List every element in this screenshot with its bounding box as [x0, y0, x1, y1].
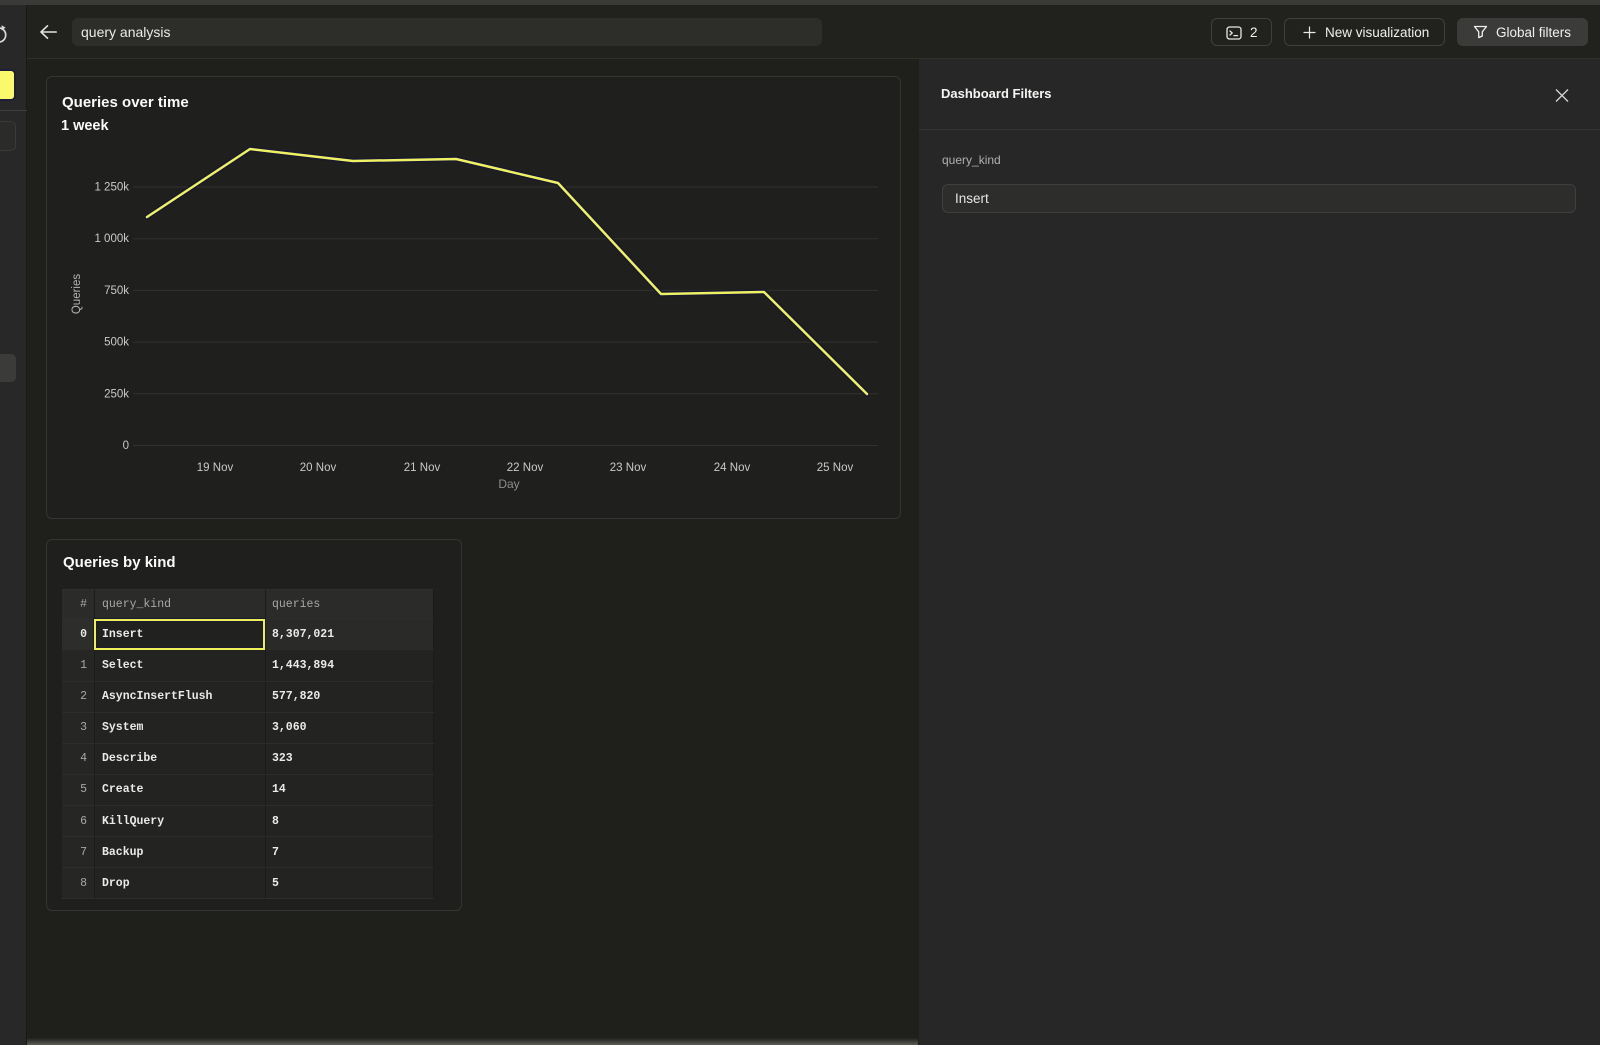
- svg-text:0: 0: [123, 440, 129, 452]
- svg-text:750k: 750k: [104, 285, 129, 297]
- svg-text:25 Nov: 25 Nov: [817, 462, 854, 474]
- svg-text:24 Nov: 24 Nov: [714, 462, 751, 474]
- svg-text:19 Nov: 19 Nov: [197, 462, 234, 474]
- svg-text:500k: 500k: [104, 337, 129, 349]
- svg-text:23 Nov: 23 Nov: [610, 462, 647, 474]
- svg-text:20 Nov: 20 Nov: [300, 462, 337, 474]
- svg-text:Queries: Queries: [71, 274, 83, 315]
- svg-text:22 Nov: 22 Nov: [507, 462, 544, 474]
- svg-text:Day: Day: [498, 477, 519, 491]
- svg-text:21 Nov: 21 Nov: [404, 462, 441, 474]
- svg-text:1 000k: 1 000k: [94, 233, 129, 245]
- svg-text:250k: 250k: [104, 388, 129, 400]
- svg-text:1 250k: 1 250k: [94, 182, 129, 194]
